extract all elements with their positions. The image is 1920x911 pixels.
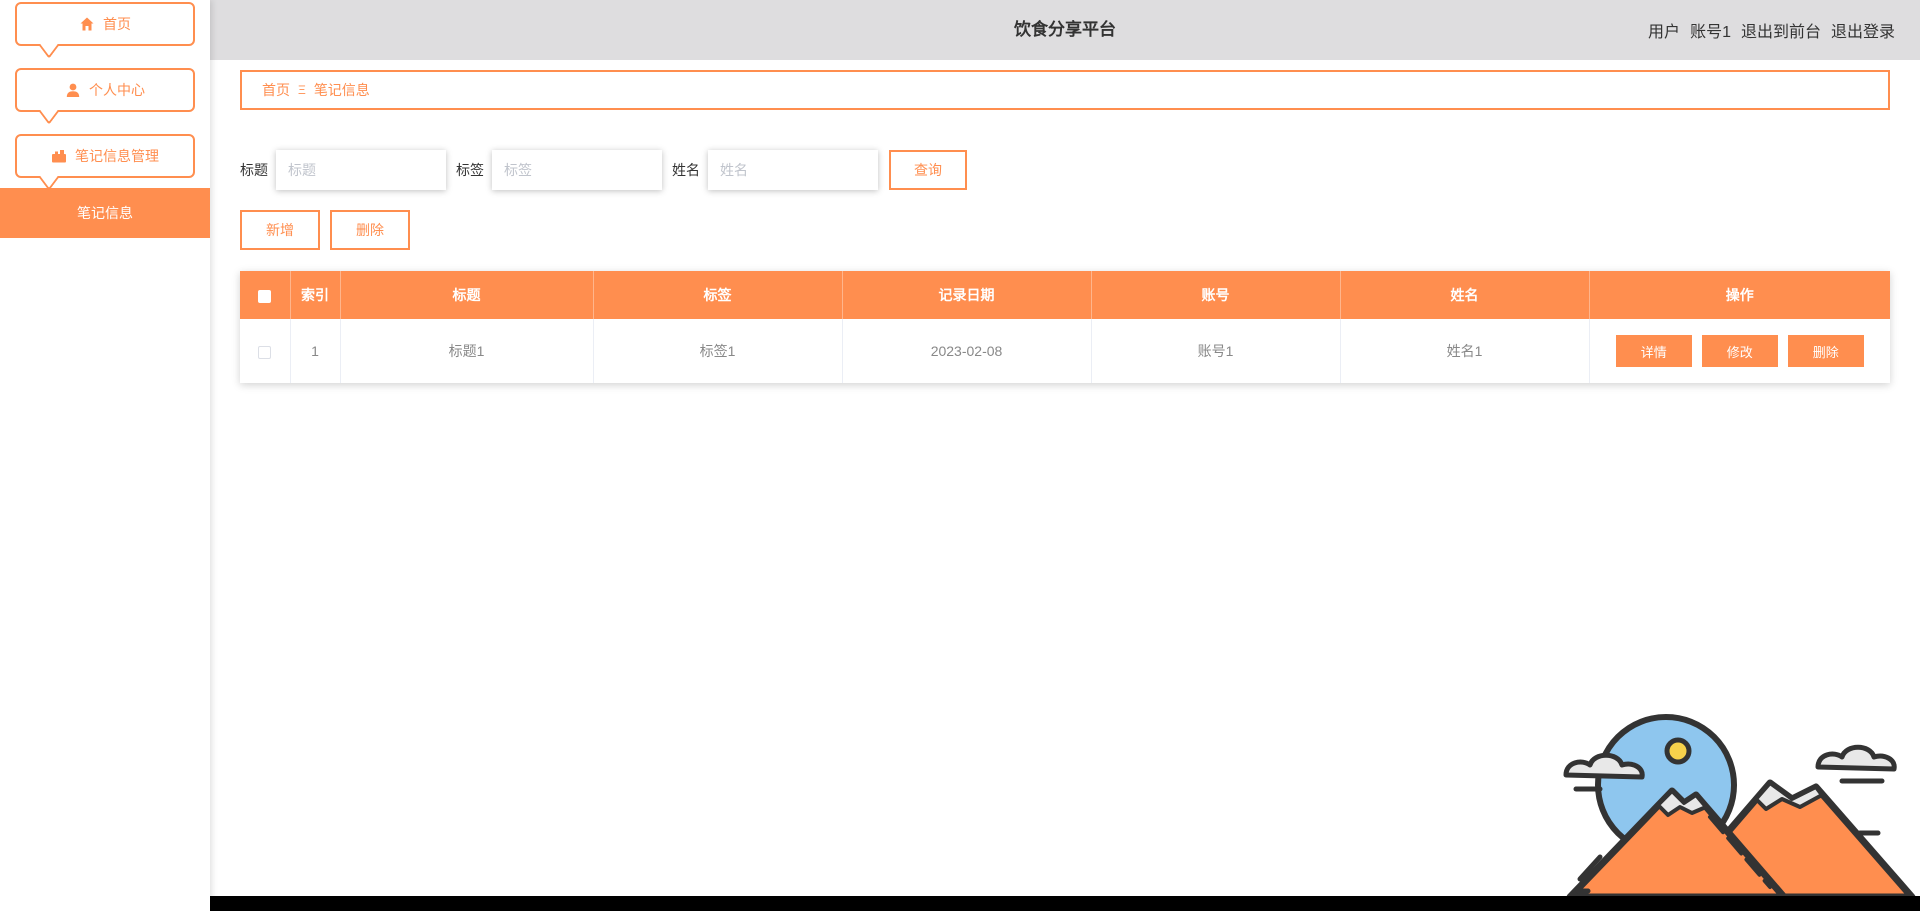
user-role-label: 用户 — [1648, 24, 1681, 41]
sidebar-item-label: 笔记信息管理 — [75, 148, 159, 164]
breadcrumb-home[interactable]: 首页 — [262, 80, 290, 100]
breadcrumb: 首页 Ξ 笔记信息 — [240, 70, 1890, 110]
batch-delete-button[interactable]: 删除 — [330, 210, 410, 250]
row-delete-button[interactable]: 删除 — [1787, 335, 1864, 367]
edit-button[interactable]: 修改 — [1701, 335, 1778, 367]
detail-button[interactable]: 详情 — [1615, 335, 1692, 367]
row-checkbox[interactable] — [258, 345, 272, 359]
bottom-bar — [210, 896, 1920, 911]
header-user-area: 用户 账号1 退出到前台 退出登录 — [1648, 0, 1895, 60]
mountain-illustration — [1563, 714, 1916, 897]
notes-table: 索引 标题 标签 记录日期 账号 姓名 操作 1 标题1 标签1 2023-02… — [240, 271, 1890, 383]
top-header: 饮食分享平台 用户 账号1 退出到前台 退出登录 — [210, 0, 1920, 60]
column-header-title: 标题 — [340, 271, 594, 319]
table-header-row: 索引 标题 标签 记录日期 账号 姓名 操作 — [240, 271, 1890, 319]
table-row: 1 标题1 标签1 2023-02-08 账号1 姓名1 详情 修改 删除 — [240, 319, 1890, 383]
title-search-label: 标题 — [240, 162, 268, 178]
breadcrumb-separator: Ξ — [298, 83, 306, 97]
sidebar-item-home[interactable]: 首页 — [15, 2, 195, 46]
tag-search-input[interactable] — [492, 150, 662, 190]
action-buttons: 新增 删除 — [240, 210, 410, 250]
column-header-account: 账号 — [1091, 271, 1341, 319]
column-header-name: 姓名 — [1340, 271, 1590, 319]
sidebar-item-label: 个人中心 — [89, 82, 145, 98]
logout-link[interactable]: 退出登录 — [1831, 18, 1895, 42]
column-header-tag: 标签 — [593, 271, 843, 319]
sidebar-item-label: 首页 — [103, 16, 131, 32]
home-icon — [79, 16, 95, 32]
select-all-header[interactable] — [240, 271, 291, 319]
sidebar: 首页 个人中心 笔记信息管理 笔记信息 — [0, 0, 210, 911]
query-button[interactable]: 查询 — [889, 150, 967, 190]
cell-index: 1 — [290, 319, 341, 383]
tag-search-label: 标签 — [456, 162, 484, 178]
title-search-input[interactable] — [276, 150, 446, 190]
submenu-item-notes[interactable]: 笔记信息 — [0, 188, 210, 238]
cell-tag: 标签1 — [593, 319, 843, 383]
folder-icon — [51, 148, 67, 164]
cell-account: 账号1 — [1091, 319, 1341, 383]
sidebar-item-notes-management[interactable]: 笔记信息管理 — [15, 134, 195, 178]
breadcrumb-current: 笔记信息 — [313, 82, 370, 98]
cell-actions: 详情 修改 删除 — [1589, 319, 1890, 383]
select-all-checkbox[interactable] — [258, 289, 272, 303]
add-button[interactable]: 新增 — [240, 210, 320, 250]
sidebar-item-profile[interactable]: 个人中心 — [15, 68, 195, 112]
user-name-label: 账号1 — [1690, 24, 1731, 41]
column-header-date: 记录日期 — [842, 271, 1092, 319]
column-header-actions: 操作 — [1725, 287, 1754, 303]
column-header-index: 索引 — [290, 271, 341, 319]
cell-title: 标题1 — [340, 319, 594, 383]
name-search-label: 姓名 — [672, 162, 700, 178]
cell-date: 2023-02-08 — [842, 319, 1092, 383]
cell-name: 姓名1 — [1340, 319, 1590, 383]
exit-front-link[interactable]: 退出到前台 — [1741, 18, 1821, 42]
search-form: 标题 标签 姓名 查询 — [240, 150, 967, 190]
user-icon — [65, 82, 81, 98]
name-search-input[interactable] — [708, 150, 878, 190]
